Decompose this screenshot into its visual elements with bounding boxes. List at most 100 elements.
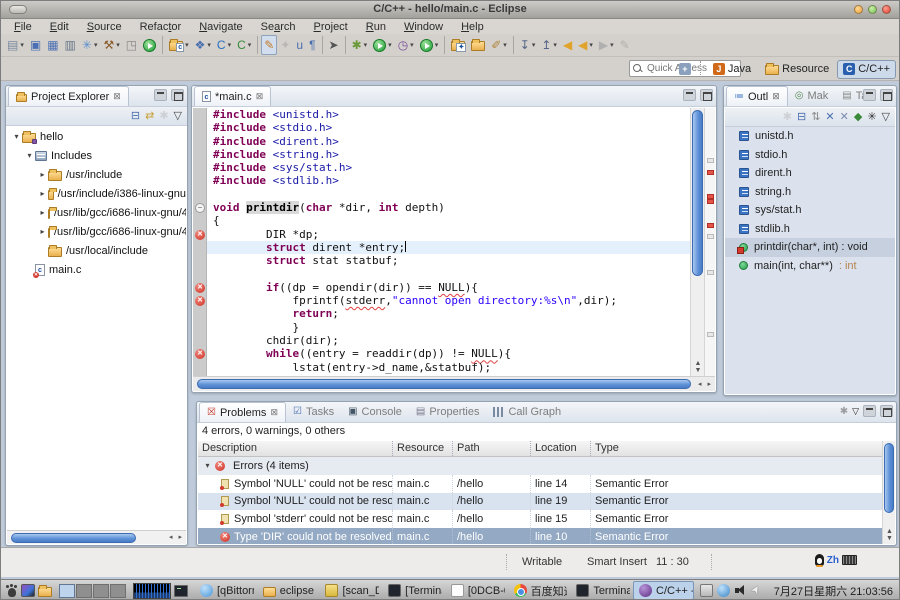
show-include-browser-button[interactable]: u: [293, 35, 306, 55]
last-edit-location-button[interactable]: ◀: [560, 35, 575, 55]
taskbar-window-file[interactable]: [0DCB-0...: [445, 581, 506, 600]
build-button[interactable]: ⚒▾: [100, 35, 122, 55]
menu-run[interactable]: Run: [357, 21, 395, 33]
taskbar-window-qbt[interactable]: [qBittorr...: [194, 581, 255, 600]
tab-console[interactable]: ▣Console: [341, 402, 409, 422]
show-whitespace-button[interactable]: ¶: [306, 35, 318, 55]
tree-item-hello[interactable]: ▾hello: [7, 127, 186, 146]
perspective-resource[interactable]: Resource: [759, 60, 835, 79]
overview-error-mark[interactable]: [707, 194, 714, 199]
terminal-launcher-icon[interactable]: [174, 585, 188, 597]
tab-problems[interactable]: ☒Problems⊠: [199, 402, 286, 422]
menu-refactor[interactable]: Refactor: [131, 21, 191, 33]
open-resource-button[interactable]: [468, 35, 488, 55]
error-marker-icon[interactable]: ✕: [195, 296, 205, 306]
perspective-java[interactable]: JJava: [707, 60, 757, 79]
taskbar-window-term[interactable]: Terminal: [570, 581, 631, 600]
window-minimize-button[interactable]: [854, 5, 863, 14]
hide-inactive-elements-icon[interactable]: ✳: [867, 112, 876, 123]
error-marker-icon[interactable]: ✕: [195, 283, 205, 293]
minimize-view-button[interactable]: [863, 405, 876, 417]
outline-item-main-int-char-[interactable]: main(int, char**) : int: [725, 257, 895, 276]
close-icon[interactable]: ⊠: [256, 91, 264, 102]
system-monitor-applet[interactable]: [133, 583, 171, 599]
column-header-description[interactable]: Description: [198, 441, 393, 456]
minimize-view-button[interactable]: [154, 89, 167, 101]
code-editor[interactable]: #include <unistd.h>#include <stdio.h>#in…: [207, 108, 690, 376]
tab-call-graph[interactable]: Call Graph: [486, 402, 568, 422]
minimize-view-button[interactable]: [863, 89, 876, 101]
problem-row[interactable]: Symbol 'stderr' could not be resolvedmai…: [198, 510, 895, 528]
menu-help[interactable]: Help: [452, 21, 493, 33]
workspace-3[interactable]: [93, 584, 109, 598]
maximize-editor-button[interactable]: [700, 89, 713, 101]
focus-on-active-task-icon[interactable]: ✱: [783, 112, 792, 123]
project-tree[interactable]: ▾hello▾Includes▸/usr/include▸/usr/includ…: [7, 127, 186, 529]
link-with-editor-icon[interactable]: ⇄: [145, 111, 154, 122]
column-header-resource[interactable]: Resource: [393, 441, 453, 456]
tree-expander-icon[interactable]: ▾: [202, 461, 213, 470]
view-menu-icon[interactable]: ▽: [852, 406, 859, 417]
menu-file[interactable]: File: [5, 21, 41, 33]
close-icon[interactable]: ⊠: [270, 407, 278, 418]
close-icon[interactable]: ⊠: [772, 91, 780, 102]
tab-mak[interactable]: ◎Mak: [788, 86, 836, 106]
focus-on-active-task-icon[interactable]: ✱: [159, 111, 168, 122]
tab-project-explorer[interactable]: Project Explorer ⊠: [8, 86, 129, 106]
outline-item-dirent.h[interactable]: dirent.h: [725, 164, 895, 183]
print-button[interactable]: ▥: [62, 35, 79, 55]
tab-properties[interactable]: ▤Properties: [409, 402, 487, 422]
tree-item--usr-include[interactable]: ▸/usr/include: [7, 165, 186, 184]
run-button[interactable]: [140, 35, 159, 55]
next-annotation-button[interactable]: ↧▾: [517, 35, 539, 55]
tab-tasks[interactable]: ☑Tasks: [286, 402, 341, 422]
tree-expander-icon[interactable]: ▸: [37, 227, 48, 236]
save-button[interactable]: ▣: [27, 35, 44, 55]
taskbar-window-folder[interactable]: eclipse: [257, 581, 318, 600]
hide-fields-icon[interactable]: ✕: [825, 112, 834, 123]
outline-item-string.h[interactable]: string.h: [725, 183, 895, 202]
tree-expander-icon[interactable]: ▸: [37, 208, 48, 217]
outline-item-stdio.h[interactable]: stdio.h: [725, 146, 895, 165]
column-header-type[interactable]: Type: [591, 441, 895, 456]
menu-edit[interactable]: Edit: [41, 21, 78, 33]
workspace-4[interactable]: [110, 584, 126, 598]
pin-editor-button[interactable]: ✎: [617, 35, 633, 55]
volume-tray-icon[interactable]: [734, 584, 747, 597]
overview-ruler[interactable]: [704, 108, 715, 376]
debug-configurations-button[interactable]: ✳▾: [79, 35, 101, 55]
external-tools-button[interactable]: ▾: [417, 35, 442, 55]
outline-item-stdlib.h[interactable]: stdlib.h: [725, 220, 895, 239]
tree-item--usr-include-i386-linux-gnu[interactable]: ▸/usr/include/i386-linux-gnu: [7, 184, 186, 203]
overview-error-mark[interactable]: [707, 199, 714, 204]
printer-tray-icon[interactable]: [700, 584, 713, 597]
tree-expander-icon[interactable]: ▸: [37, 189, 48, 198]
column-header-path[interactable]: Path: [453, 441, 531, 456]
tree-item--usr-local-include[interactable]: /usr/local/include: [7, 241, 186, 260]
new-c-project-button[interactable]: c▾: [166, 35, 192, 55]
media-app-icon[interactable]: [21, 584, 35, 597]
menu-navigate[interactable]: Navigate: [190, 21, 251, 33]
qbittorrent-tray-icon[interactable]: [717, 584, 730, 597]
editor-vscrollbar[interactable]: ▲▼: [690, 108, 704, 376]
taskbar-window-chrome[interactable]: 百度知道...: [508, 581, 569, 600]
problems-vscrollbar[interactable]: ▲▼: [882, 441, 895, 544]
workspace-1[interactable]: [59, 584, 75, 598]
outline-item-unistd.h[interactable]: unistd.h: [725, 127, 895, 146]
overview-error-mark[interactable]: [707, 223, 714, 228]
taskbar-window-term[interactable]: [Terminal]: [382, 581, 443, 600]
overview-error-mark[interactable]: [707, 170, 714, 175]
problems-group-row[interactable]: ▾✕Errors (4 items): [198, 457, 895, 475]
back-history-button[interactable]: ◀▾: [575, 35, 596, 55]
editor-gutter[interactable]: −✕✕✕✕: [193, 108, 207, 376]
view-menu-icon[interactable]: ▽: [882, 112, 890, 123]
editor-hscrollbar[interactable]: ◂ ▸: [193, 376, 715, 391]
build-all-button[interactable]: ◳: [123, 35, 140, 55]
fold-collapse-icon[interactable]: −: [195, 203, 205, 213]
taskbar-window-scan[interactable]: [scan_D...: [319, 581, 380, 600]
file-manager-icon[interactable]: [38, 587, 52, 597]
problems-table[interactable]: DescriptionResourcePathLocationType▾✕Err…: [198, 441, 895, 544]
menu-project[interactable]: Project: [305, 21, 357, 33]
gnome-menu-icon[interactable]: [5, 584, 18, 598]
new-class-button[interactable]: ❖▾: [192, 35, 214, 55]
